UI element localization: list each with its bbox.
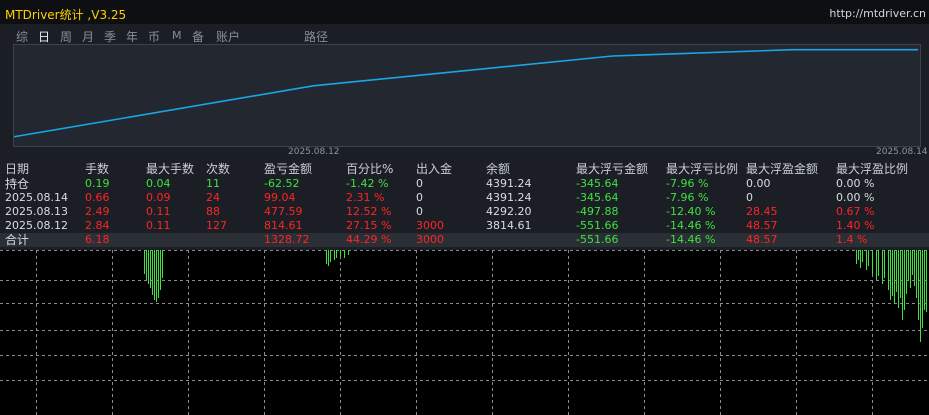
table-cell: -62.52 xyxy=(264,177,300,190)
table-cell: 6.18 xyxy=(85,233,110,246)
hdr-date: 日期 xyxy=(5,162,30,176)
hdr-count: 次数 xyxy=(206,162,231,176)
table-cell: 0.04 xyxy=(146,177,171,190)
table-cell: 0.00 % xyxy=(836,177,875,190)
table-row-day-2025-08-13: 2025.08.13 2.49 0.11 88 477.59 12.52 % 0 4292.2… xyxy=(0,205,929,219)
table-row-total: 合计 6.18 1328.72 44.29 % 3000 -551.66 -14.46 % 4… xyxy=(0,233,929,247)
website-link[interactable]: http://mtdriver.cn xyxy=(829,7,926,20)
table-cell: 0.09 xyxy=(146,191,171,204)
table-row-day-2025-08-14: 2025.08.14 0.66 0.09 24 99.04 2.31 % 0 4391.24 -… xyxy=(0,191,929,205)
table-cell: 0 xyxy=(416,177,423,190)
table-cell: -551.66 xyxy=(576,219,619,232)
table-cell: -14.46 % xyxy=(666,233,716,246)
table-cell: 0.11 xyxy=(146,205,171,218)
chart-start-date: 2025.08.12 xyxy=(288,147,340,157)
table-row-day-2025-08-12: 2025.08.12 2.84 0.11 127 814.61 27.15 % 3000 38… xyxy=(0,219,929,233)
equity-curve-line xyxy=(14,48,919,138)
table-cell: 3814.61 xyxy=(486,219,532,232)
table-cell: 0.66 xyxy=(85,191,110,204)
table-cell: 2.31 % xyxy=(346,191,385,204)
table-cell: -7.96 % xyxy=(666,177,709,190)
table-cell: -497.88 xyxy=(576,205,619,218)
table-cell: 3000 xyxy=(416,219,444,232)
hdr-max-float-profit-pct: 最大浮盈比例 xyxy=(836,162,909,176)
table-cell: 99.04 xyxy=(264,191,296,204)
table-cell: 1.4 % xyxy=(836,233,868,246)
hdr-pnl: 盈亏金额 xyxy=(264,162,313,176)
hdr-max-float-profit: 最大浮盈金额 xyxy=(746,162,819,176)
table-cell: 0 xyxy=(416,191,423,204)
tab-day[interactable]: 日 xyxy=(38,28,50,45)
table-cell: 48.57 xyxy=(746,219,778,232)
table-cell: 1.40 % xyxy=(836,219,875,232)
table-cell: 1328.72 xyxy=(264,233,310,246)
table-cell: -14.46 % xyxy=(666,219,716,232)
table-cell: 2.84 xyxy=(85,219,110,232)
table-cell: -7.96 % xyxy=(666,191,709,204)
hdr-percent: 百分比% xyxy=(346,162,394,176)
table-cell: 88 xyxy=(206,205,220,218)
table-cell: 2025.08.13 xyxy=(5,205,68,218)
table-cell: 2025.08.14 xyxy=(5,191,68,204)
tab-path[interactable]: 路径 xyxy=(304,28,328,45)
hdr-max-float-loss-pct: 最大浮亏比例 xyxy=(666,162,739,176)
table-cell: 28.45 xyxy=(746,205,778,218)
tab-week[interactable]: 周 xyxy=(60,28,72,45)
table-cell: 0.00 % xyxy=(836,191,875,204)
statistics-panel: MTDriver统计 ,V3.25 http://mtdriver.cn 综 日… xyxy=(0,0,929,250)
table-row-positions: 持仓 0.19 0.04 11 -62.52 -1.42 % 0 4391.24 -345.64… xyxy=(0,177,929,191)
table-cell: 0.67 % xyxy=(836,205,875,218)
table-cell: 24 xyxy=(206,191,220,204)
table-cell: 0.19 xyxy=(85,177,110,190)
tab-note[interactable]: 备 xyxy=(192,28,204,45)
hdr-lots: 手数 xyxy=(85,162,110,176)
table-cell: 44.29 % xyxy=(346,233,392,246)
tab-year[interactable]: 年 xyxy=(126,28,138,45)
table-cell: -345.64 xyxy=(576,177,619,190)
table-cell: 3000 xyxy=(416,233,444,246)
table-cell: 2025.08.12 xyxy=(5,219,68,232)
hdr-max-lots: 最大手数 xyxy=(146,162,195,176)
tab-currency[interactable]: 币 xyxy=(148,28,160,45)
table-cell: 0.11 xyxy=(146,219,171,232)
tab-month[interactable]: 月 xyxy=(82,28,94,45)
table-cell: -551.66 xyxy=(576,233,619,246)
table-cell: 4292.20 xyxy=(486,205,532,218)
table-cell: 4391.24 xyxy=(486,177,532,190)
app-title: MTDriver统计 ,V3.25 xyxy=(5,8,127,22)
table-cell: -12.40 % xyxy=(666,205,716,218)
tab-account[interactable]: 账户 xyxy=(216,28,240,45)
table-cell: 27.15 % xyxy=(346,219,392,232)
table-cell: 持仓 xyxy=(5,177,30,191)
tab-quarter[interactable]: 季 xyxy=(104,28,116,45)
table-cell: 127 xyxy=(206,219,227,232)
hdr-deposit: 出入金 xyxy=(416,162,453,176)
table-cell: 0.00 xyxy=(746,177,771,190)
hdr-max-float-loss: 最大浮亏金额 xyxy=(576,162,649,176)
table-cell: -345.64 xyxy=(576,191,619,204)
tab-summary[interactable]: 综 xyxy=(16,28,28,45)
table-cell: 2.49 xyxy=(85,205,110,218)
title-bar: MTDriver统计 ,V3.25 http://mtdriver.cn xyxy=(0,0,929,24)
table-cell: 合计 xyxy=(5,233,30,247)
table-cell: 814.61 xyxy=(264,219,303,232)
hdr-balance: 余额 xyxy=(486,162,511,176)
table-cell: 48.57 xyxy=(746,233,778,246)
table-cell: 11 xyxy=(206,177,220,190)
tab-m[interactable]: M xyxy=(172,29,182,42)
table-cell: 0 xyxy=(746,191,753,204)
table-cell: 12.52 % xyxy=(346,205,392,218)
chart-end-date: 2025.08.14 xyxy=(876,147,928,157)
equity-curve-chart xyxy=(13,44,921,147)
table-cell: 477.59 xyxy=(264,205,303,218)
price-chart xyxy=(0,250,929,415)
table-cell: 4391.24 xyxy=(486,191,532,204)
table-cell: -1.42 % xyxy=(346,177,389,190)
table-cell: 0 xyxy=(416,205,423,218)
table-header-row: 日期 手数 最大手数 次数 盈亏金额 百分比% 出入金 余额 最大浮亏金额 最大浮亏比例 最大浮盈金… xyxy=(0,162,929,176)
